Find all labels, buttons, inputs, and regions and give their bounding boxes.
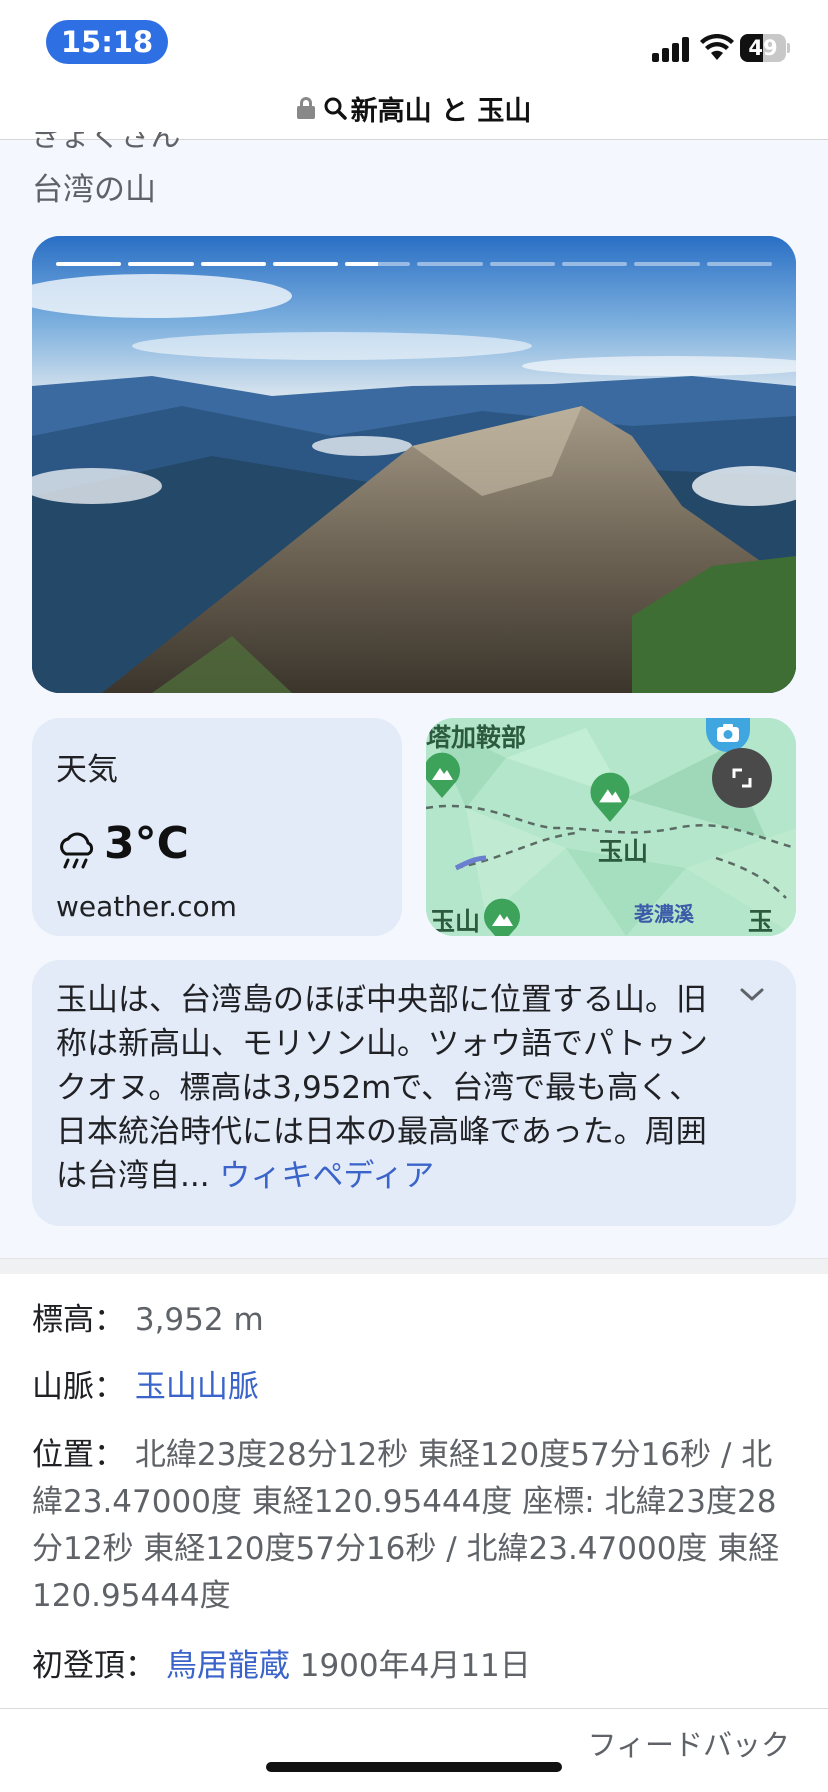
mountain-photo-carousel[interactable]	[32, 236, 796, 693]
section-divider	[0, 1258, 828, 1274]
carousel-progress-segment	[345, 262, 411, 266]
fact-range-link[interactable]: 玉山山脈	[135, 1369, 259, 1405]
carousel-progress-segment	[562, 262, 628, 266]
mountain-pin-icon	[484, 898, 520, 936]
expand-icon	[732, 768, 752, 788]
battery-icon: 49	[740, 34, 790, 62]
fact-elevation: 標高： 3,952 m	[32, 1297, 802, 1344]
weather-label: 天気	[56, 752, 118, 788]
carousel-progress-segment	[417, 262, 483, 266]
carousel-progress-segment	[56, 262, 122, 266]
fact-elevation-label: 標高：	[32, 1302, 125, 1338]
carousel-progress-segment	[489, 262, 556, 266]
map-label-river: 荖濃溪	[634, 902, 694, 926]
fact-range: 山脈： 玉山山脈	[32, 1364, 802, 1411]
feedback-link[interactable]: フィードバック	[588, 1722, 790, 1764]
expand-map-button[interactable]	[712, 748, 772, 808]
status-time[interactable]: 15:18	[46, 20, 168, 64]
home-indicator[interactable]	[266, 1762, 562, 1772]
carousel-progress-segment	[128, 262, 194, 266]
search-icon	[324, 97, 347, 120]
description-text: 玉山は、台湾島のほぼ中央部に位置する山。旧称は新高山、モリソン山。ツォウ語でパト…	[56, 978, 726, 1198]
description-card[interactable]: 玉山は、台湾島のほぼ中央部に位置する山。旧称は新高山、モリソン山。ツォウ語でパト…	[32, 960, 796, 1226]
footer-divider	[0, 1708, 828, 1709]
battery-percentage: 49	[748, 36, 778, 60]
fact-first-ascent-date: 1900年4月11日	[299, 1648, 531, 1684]
carousel-progress-segment	[200, 262, 266, 266]
fact-location-value: 北緯23度28分12秒 東経120度57分16秒 / 北緯23.47000度 東…	[32, 1437, 780, 1614]
cellular-signal-icon	[652, 36, 692, 62]
fact-range-label: 山脈：	[32, 1369, 125, 1405]
map-label-tataka: 塔加鞍部	[426, 723, 527, 752]
carousel-progress-segment	[272, 262, 339, 266]
map-card[interactable]: 塔加鞍部 玉山 玉山 荖濃溪 玉山	[426, 718, 796, 936]
wifi-icon	[700, 34, 734, 60]
mountain-pin-icon	[426, 752, 460, 798]
rain-cloud-icon	[60, 832, 94, 869]
carousel-progress	[56, 262, 772, 266]
carousel-progress-segment	[634, 262, 700, 266]
camera-icon[interactable]	[706, 718, 750, 752]
weather-source: weather.com	[56, 890, 237, 923]
wikipedia-link[interactable]: ウィキペディア	[219, 1158, 434, 1194]
map-label-yushan: 玉山	[598, 837, 649, 866]
map-label-yushan-right: 玉山	[748, 907, 774, 936]
lock-icon	[296, 97, 315, 119]
weather-card[interactable]: 天気 3°C weather.com	[32, 718, 402, 936]
mountain-pin-icon	[590, 772, 630, 822]
panel-title-partial: ぎょくざん	[32, 132, 181, 148]
weather-temperature: 3°C	[104, 818, 189, 869]
mountain-photo	[32, 236, 796, 693]
fact-location-label: 位置：	[32, 1437, 125, 1473]
fact-location: 位置： 北緯23度28分12秒 東経120度57分16秒 / 北緯23.4700…	[32, 1432, 802, 1620]
fact-elevation-value: 3,952 m	[134, 1302, 264, 1338]
fact-first-ascent-label: 初登頂：	[32, 1648, 156, 1684]
chevron-down-icon[interactable]	[738, 982, 766, 1006]
fact-first-ascent: 初登頂： 鳥居龍蔵 1900年4月11日	[32, 1643, 802, 1690]
panel-subtitle: 台湾の山	[32, 172, 156, 208]
search-query: 新高山 と 玉山	[350, 95, 532, 127]
status-bar: 15:18 49	[0, 0, 828, 86]
carousel-progress-segment	[706, 262, 772, 266]
fact-first-ascent-person[interactable]: 鳥居龍蔵	[166, 1648, 290, 1684]
map-label-yushan-bottom: 玉山	[430, 907, 481, 936]
